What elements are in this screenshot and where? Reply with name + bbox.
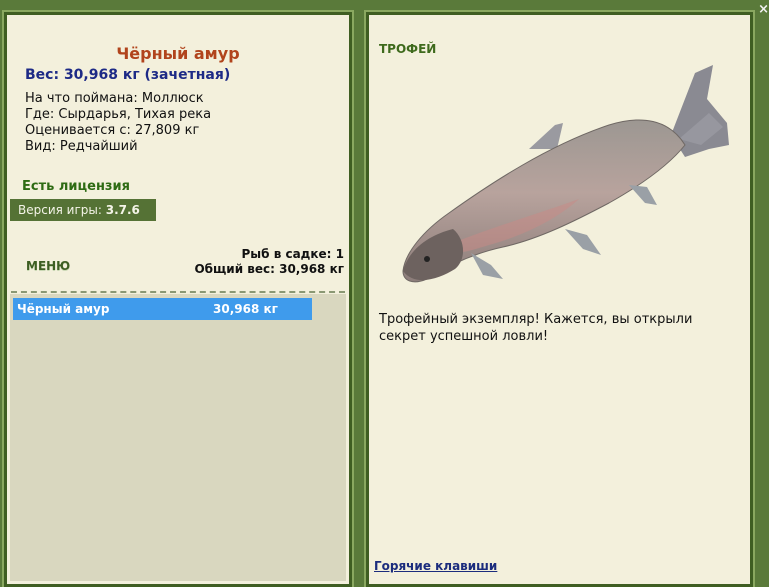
version-label: Версия игры: [18,203,106,217]
keepnet-count: Рыб в садке: 1 [241,247,345,261]
list-item[interactable]: Чёрный амур 30,968 кг [13,298,312,320]
keepnet-summary: Рыб в садке: 1 Общий вес: 30,968 кг [194,247,344,277]
trophy-panel: ТРОФЕЙ Трофейный экземпляр! Кажется, вы … [364,10,755,587]
close-icon[interactable]: × [758,2,769,17]
value-info: Оценивается с: 27,809 кг [25,123,200,138]
fish-image [402,65,729,283]
hotkeys-link[interactable]: Горячие клавиши [374,559,497,573]
catch-list: Чёрный амур 30,968 кг [10,294,346,581]
location-info: Где: Сырдарья, Тихая река [25,107,212,122]
version-number: 3.7.6 [105,203,140,217]
catch-fish-name: Чёрный амур [17,302,110,316]
rarity-info: Вид: Редчайший [25,139,138,154]
game-version: Версия игры: 3.7.6 [10,199,156,221]
license-status: Есть лицензия [22,179,130,194]
bait-info: На что поймана: Моллюск [25,91,204,106]
fish-weight: Вес: 30,968 кг (зачетная) [25,67,231,83]
catch-fish-weight: 30,968 кг [213,302,278,316]
catch-info-panel: Чёрный амур Вес: 30,968 кг (зачетная) На… [2,10,354,587]
divider [11,291,345,293]
menu-button[interactable]: МЕНЮ [26,259,70,273]
fish-name: Чёрный амур [116,44,240,63]
keepnet-total-weight: Общий вес: 30,968 кг [194,262,344,276]
trophy-message: Трофейный экземпляр! Кажется, вы открыли… [379,312,693,344]
